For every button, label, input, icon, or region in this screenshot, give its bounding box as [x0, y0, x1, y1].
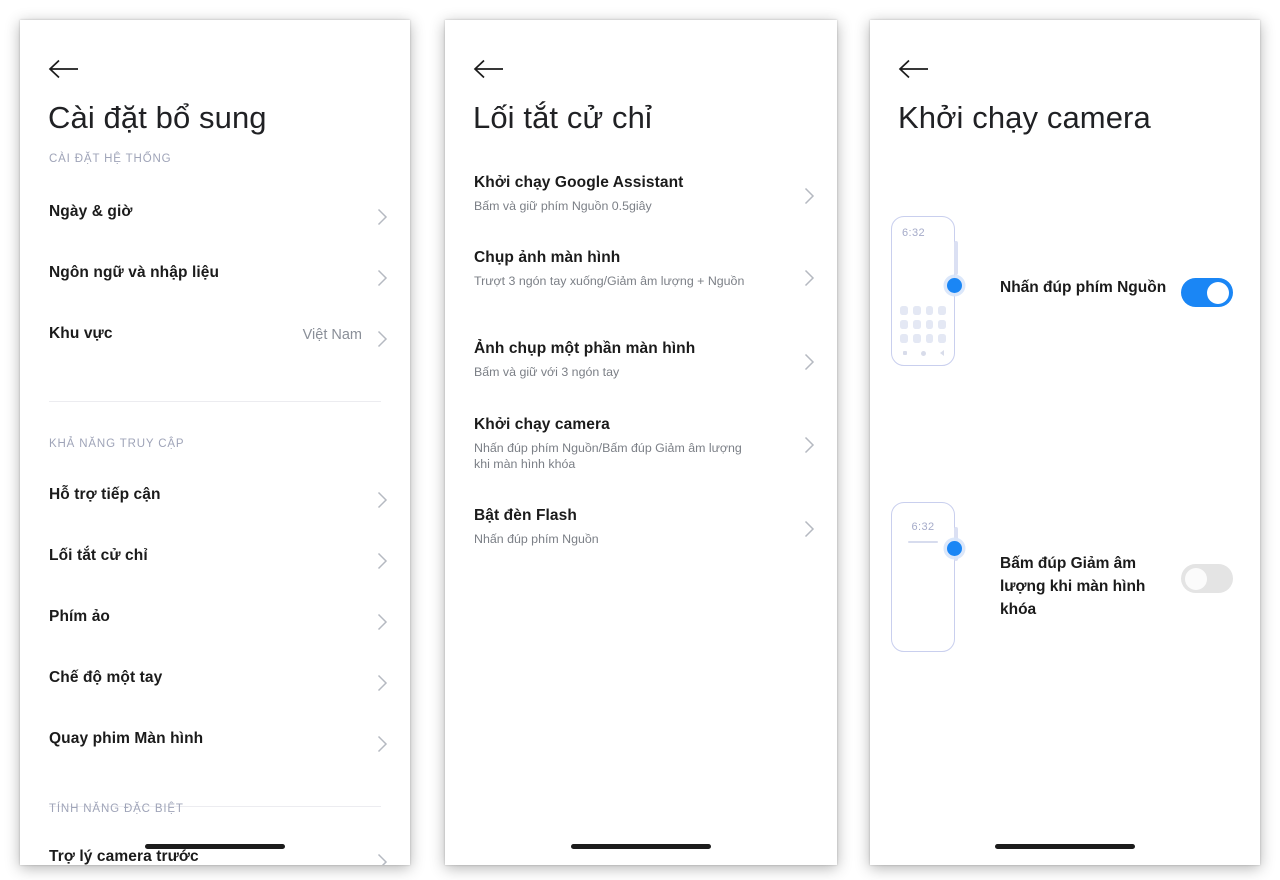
chevron-right-icon — [377, 491, 388, 509]
list-item-label: Trợ lý camera trước — [49, 848, 199, 865]
list-item-accessibility[interactable]: Hỗ trợ tiếp cận — [20, 478, 410, 522]
section-header-special: TÍNH NĂNG ĐẶC BIỆT — [49, 803, 184, 815]
phone-clock-label: 6:32 — [902, 227, 926, 239]
list-item-subtitle: Nhấn đúp phím Nguồn — [474, 532, 599, 546]
page-title: Lối tắt cử chỉ — [473, 100, 652, 135]
list-item-language-input[interactable]: Ngôn ngữ và nhập liệu — [20, 256, 410, 300]
lock-screen-phone-icon: 6:32 — [891, 502, 962, 652]
list-item-label: Khởi chạy camera — [474, 416, 610, 433]
toggle-option-double-press-power: 6:32 Nhấn đúp phím Nguồn — [870, 216, 1260, 366]
list-item-launch-camera[interactable]: Khởi chạy camera Nhấn đúp phím Nguồn/Bấm… — [445, 409, 837, 483]
section-divider — [49, 401, 381, 402]
chevron-right-icon — [377, 613, 388, 631]
phone-screen-additional-settings: Cài đặt bổ sung CÀI ĐẶT HỆ THỐNG Ngày & … — [20, 20, 410, 865]
list-item-gesture-shortcuts[interactable]: Lối tắt cử chỉ — [20, 539, 410, 583]
list-item-turn-on-flashlight[interactable]: Bật đèn Flash Nhấn đúp phím Nguồn — [445, 500, 837, 558]
list-item-label: Ảnh chụp một phần màn hình — [474, 340, 696, 357]
back-arrow-icon[interactable] — [473, 56, 507, 82]
chevron-right-icon — [377, 552, 388, 570]
list-item-virtual-keys[interactable]: Phím ảo — [20, 600, 410, 644]
list-item-partial-screenshot[interactable]: Ảnh chụp một phần màn hình Bấm và giữ vớ… — [445, 333, 837, 391]
toggle-option-double-press-volume-down: 6:32 Bấm đúp Giảm âm lượng khi màn hình … — [870, 502, 1260, 654]
list-item-screenshot[interactable]: Chụp ảnh màn hình Trượt 3 ngón tay xuống… — [445, 242, 837, 316]
chevron-right-icon — [804, 353, 815, 371]
page-title: Cài đặt bổ sung — [48, 100, 267, 135]
list-item-label: Lối tắt cử chỉ — [49, 547, 148, 564]
section-header-accessibility: KHẢ NĂNG TRUY CẬP — [49, 438, 185, 450]
list-item-label: Khởi chạy Google Assistant — [474, 174, 684, 191]
list-item-label: Chế độ một tay — [49, 669, 163, 686]
list-item-subtitle: Trượt 3 ngón tay xuống/Giảm âm lượng + N… — [474, 274, 745, 288]
home-indicator[interactable] — [995, 844, 1135, 849]
chevron-right-icon — [377, 330, 388, 348]
page-title: Khởi chạy camera — [898, 100, 1151, 135]
home-indicator[interactable] — [571, 844, 711, 849]
nav-bar-icons — [892, 350, 954, 356]
screenshot-stage: Cài đặt bổ sung CÀI ĐẶT HỆ THỐNG Ngày & … — [0, 0, 1280, 880]
list-item-label: Khu vực — [49, 325, 113, 342]
chevron-right-icon — [804, 269, 815, 287]
chevron-right-icon — [377, 674, 388, 692]
list-item-subtitle: Nhấn đúp phím Nguồn/Bấm đúp Giảm âm lượn… — [474, 441, 742, 471]
phone-screen-launch-camera: Khởi chạy camera 6:32 Nhấn đúp phím Nguồ… — [870, 20, 1260, 865]
chevron-right-icon — [377, 208, 388, 226]
list-item-date-time[interactable]: Ngày & giờ — [20, 195, 410, 239]
toggle-switch-double-press-volume-down[interactable] — [1181, 564, 1233, 593]
list-item-label: Bật đèn Flash — [474, 507, 577, 524]
list-item-value: Việt Nam — [302, 327, 362, 343]
app-grid — [900, 306, 946, 343]
chevron-right-icon — [377, 853, 388, 865]
section-header-system: CÀI ĐẶT HỆ THỐNG — [49, 153, 172, 165]
list-item-subtitle: Bấm và giữ phím Nguồn 0.5giây — [474, 199, 652, 213]
back-arrow-icon[interactable] — [48, 56, 82, 82]
toggle-knob — [1207, 281, 1229, 304]
list-item-launch-google-assistant[interactable]: Khởi chạy Google Assistant Bấm và giữ ph… — [445, 167, 837, 225]
toggle-switch-double-press-power[interactable] — [1181, 278, 1233, 307]
list-item-label: Phím ảo — [49, 608, 110, 625]
chevron-right-icon — [377, 735, 388, 753]
toggle-label: Nhấn đúp phím Nguồn — [1000, 279, 1167, 296]
home-indicator[interactable] — [145, 844, 285, 849]
chevron-right-icon — [804, 436, 815, 454]
list-item-label: Chụp ảnh màn hình — [474, 249, 621, 266]
home-screen-phone-icon: 6:32 — [891, 216, 962, 366]
phone-screen-gesture-shortcuts: Lối tắt cử chỉ Khởi chạy Google Assistan… — [445, 20, 837, 865]
phone-clock-label: 6:32 — [911, 521, 935, 533]
list-item-one-handed-mode[interactable]: Chế độ một tay — [20, 661, 410, 705]
list-item-label: Ngày & giờ — [49, 203, 133, 220]
list-item-screen-recorder[interactable]: Quay phim Màn hình — [20, 722, 410, 766]
chevron-right-icon — [804, 520, 815, 538]
list-item-label: Hỗ trợ tiếp cận — [49, 486, 161, 503]
list-item-subtitle: Bấm và giữ với 3 ngón tay — [474, 365, 620, 379]
chevron-right-icon — [377, 269, 388, 287]
back-arrow-icon[interactable] — [898, 56, 932, 82]
toggle-label: Bấm đúp Giảm âm lượng khi màn hình khóa — [1000, 555, 1146, 618]
list-item-label: Ngôn ngữ và nhập liệu — [49, 264, 220, 281]
chevron-right-icon — [804, 187, 815, 205]
list-item-label: Quay phim Màn hình — [49, 730, 204, 747]
list-item-region[interactable]: Khu vực Việt Nam — [20, 317, 410, 361]
toggle-knob — [1185, 567, 1207, 590]
